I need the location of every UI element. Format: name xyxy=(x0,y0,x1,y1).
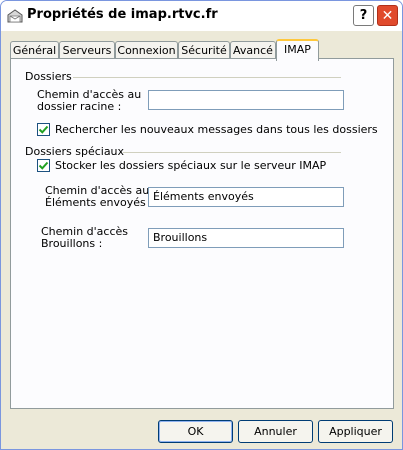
title-bar: Propriétés de imap.rtvc.fr ? ✕ xyxy=(1,1,402,31)
check-new-messages-checkbox[interactable] xyxy=(37,123,50,136)
drafts-path-input[interactable]: Brouillons xyxy=(148,228,344,248)
cancel-button[interactable]: Annuler xyxy=(238,420,313,443)
sent-path-input[interactable]: Éléments envoyés xyxy=(148,187,344,207)
tab-security[interactable]: Sécurité xyxy=(178,41,230,59)
checkmark-icon xyxy=(38,125,49,134)
mail-server-icon xyxy=(6,7,24,25)
store-on-server-checkbox[interactable] xyxy=(37,159,50,172)
properties-dialog: Propriétés de imap.rtvc.fr ? ✕ Général S… xyxy=(0,0,403,450)
close-icon: ✕ xyxy=(381,7,394,24)
tab-advanced[interactable]: Avancé xyxy=(230,41,276,59)
close-button[interactable]: ✕ xyxy=(377,5,398,26)
folders-group-divider xyxy=(73,77,341,78)
check-new-messages-label[interactable]: Rechercher les nouveaux messages dans to… xyxy=(55,123,378,136)
root-path-label-line2: dossier racine : xyxy=(37,100,122,113)
tab-servers[interactable]: Serveurs xyxy=(59,41,115,59)
window-title: Propriétés de imap.rtvc.fr xyxy=(27,7,218,22)
root-path-input[interactable] xyxy=(148,90,344,110)
drafts-path-label-line2: Brouillons : xyxy=(41,237,103,250)
sent-path-label-line2: Éléments envoyés : xyxy=(45,196,153,209)
folders-group-label: Dossiers xyxy=(25,70,72,83)
apply-button[interactable]: Appliquer xyxy=(318,420,393,443)
help-icon: ? xyxy=(359,8,368,23)
help-button[interactable]: ? xyxy=(353,5,374,26)
special-folders-group-divider xyxy=(123,152,341,153)
store-on-server-label[interactable]: Stocker les dossiers spéciaux sur le ser… xyxy=(55,159,326,172)
ok-button[interactable]: OK xyxy=(158,420,233,443)
tab-imap[interactable]: IMAP xyxy=(276,39,319,61)
special-folders-group-label: Dossiers spéciaux xyxy=(25,145,125,158)
tab-general[interactable]: Général xyxy=(10,41,59,59)
root-path-label: Chemin d'accès au dossier racine : xyxy=(37,89,141,113)
checkmark-icon xyxy=(38,161,49,170)
tab-connection[interactable]: Connexion xyxy=(115,41,178,59)
drafts-path-label: Chemin d'accès Brouillons : xyxy=(41,226,128,250)
sent-path-label: Chemin d'accès aux Éléments envoyés : xyxy=(45,185,156,209)
